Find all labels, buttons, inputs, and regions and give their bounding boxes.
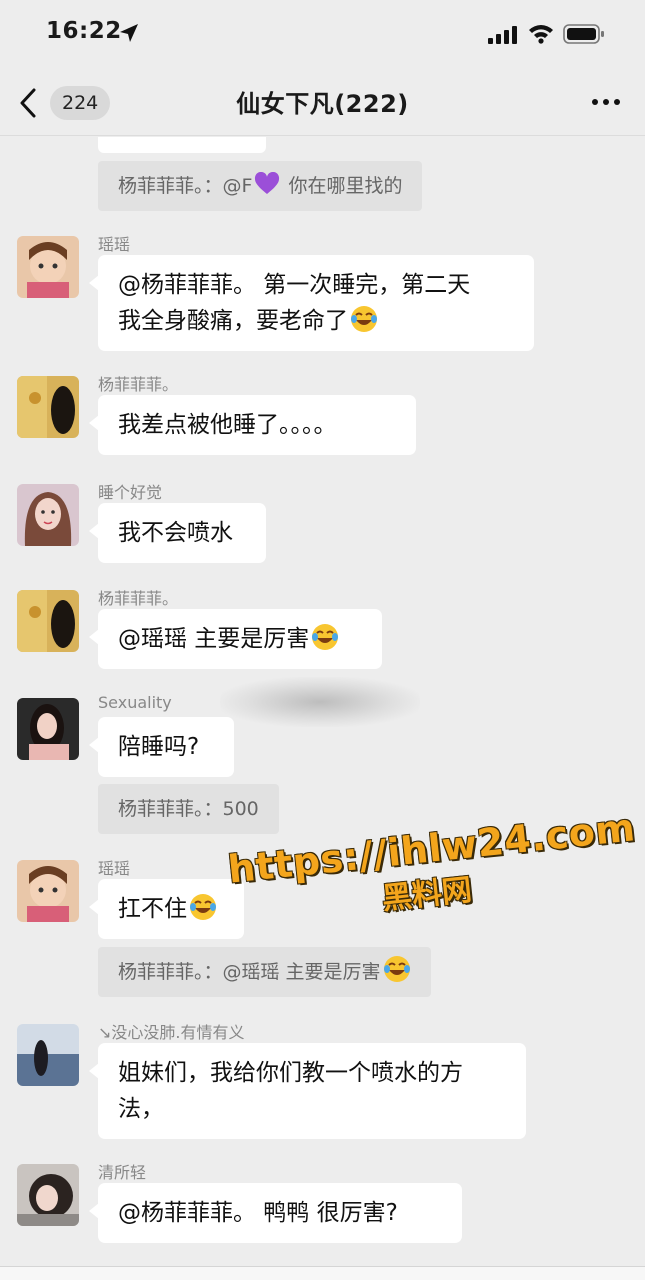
message-text: 我不会喷水	[118, 520, 233, 546]
sender-name: 杨菲菲菲。	[98, 589, 179, 608]
message-bubble-partial[interactable]	[98, 137, 266, 153]
message-bubble[interactable]: 扛不住	[89, 879, 244, 939]
sender-name: 清所轻	[98, 1163, 147, 1182]
more-dots-icon[interactable]	[589, 90, 623, 114]
status-bar: 16:22	[0, 0, 645, 68]
avatar[interactable]	[17, 484, 79, 546]
avatar[interactable]	[17, 236, 79, 298]
quoted-reply[interactable]: 杨菲菲菲。：@F 你在哪里找的	[98, 161, 423, 211]
input-bar-edge	[0, 1266, 645, 1280]
quote-text: 杨菲菲菲。：@瑶瑶 主要是厉害	[118, 961, 381, 983]
avatar[interactable]	[17, 698, 79, 760]
message-text: 我差点被他睡了。。。。	[118, 412, 337, 438]
signal-icon	[488, 26, 517, 44]
message-bubble[interactable]: 我不会喷水	[89, 503, 266, 563]
wifi-icon	[529, 25, 553, 44]
status-time: 16:22	[46, 18, 122, 44]
sender-name: 睡个好觉	[98, 483, 163, 502]
location-arrow-icon	[120, 24, 138, 42]
message-bubble[interactable]: 我差点被他睡了。。。。	[89, 395, 416, 455]
quote-text: 杨菲菲菲。：@F	[118, 175, 253, 197]
message-line: 我全身酸痛，要老命了	[118, 308, 348, 334]
message-text: 陪睡吗?	[118, 734, 200, 760]
message-bubble[interactable]: @瑶瑶 主要是厉害	[89, 609, 382, 669]
message-bubble[interactable]: @杨菲菲菲。 鸭鸭 很厉害?	[89, 1183, 462, 1243]
sender-name: Sexuality	[98, 693, 172, 712]
sender-name: 瑶瑶	[98, 859, 131, 878]
battery-icon	[563, 24, 604, 44]
quoted-reply[interactable]: 杨菲菲菲。：@瑶瑶 主要是厉害	[98, 947, 431, 997]
message-bubble[interactable]: 姐妹们，我给你们教一个喷水的方 法，	[89, 1043, 526, 1139]
avatar[interactable]	[17, 590, 79, 652]
message-bubble[interactable]: 陪睡吗?	[89, 717, 234, 777]
quote-text: 杨菲菲菲。：500	[118, 798, 259, 820]
message-bubble[interactable]: @杨菲菲菲。 第一次睡完，第二天 我全身酸痛，要老命了	[89, 255, 534, 351]
avatar[interactable]	[17, 376, 79, 438]
message-line: 法，	[118, 1096, 164, 1122]
avatar[interactable]	[17, 1164, 79, 1226]
blurred-area	[220, 677, 420, 727]
laughing-tears-emoji	[190, 894, 216, 920]
laughing-tears-emoji	[383, 956, 410, 982]
chat-title: 仙女下凡(222)	[236, 90, 409, 118]
message-line: @杨菲菲菲。 第一次睡完，第二天	[118, 272, 471, 298]
message-text: @杨菲菲菲。 鸭鸭 很厉害?	[118, 1200, 398, 1226]
chat-header: 224 仙女下凡(222)	[0, 68, 645, 136]
quoted-reply[interactable]: 杨菲菲菲。：500	[98, 784, 279, 834]
avatar[interactable]	[17, 1024, 79, 1086]
sender-name: 瑶瑶	[98, 235, 131, 254]
message-text: 扛不住	[118, 896, 187, 922]
laughing-tears-emoji	[312, 624, 339, 650]
purple-heart-emoji	[255, 172, 280, 194]
message-text: @瑶瑶 主要是厉害	[118, 626, 310, 652]
quote-text-after: 你在哪里找的	[282, 175, 403, 197]
message-list[interactable]: 杨菲菲菲。：@F 你在哪里找的 瑶瑶 @杨菲菲菲。 第一次睡完，第二天 我全身酸…	[0, 137, 645, 1280]
avatar[interactable]	[17, 860, 79, 922]
message-line: 姐妹们，我给你们教一个喷水的方	[118, 1060, 463, 1086]
laughing-tears-emoji	[351, 306, 377, 332]
sender-name: 杨菲菲菲。	[98, 375, 179, 394]
sender-name: ↘没心没肺.有情有义	[98, 1023, 245, 1042]
